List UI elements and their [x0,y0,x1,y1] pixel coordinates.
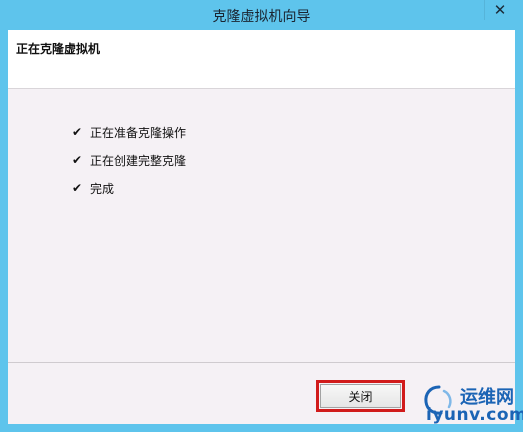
step-item: ✔ 正在创建完整克隆 [72,146,186,174]
title-bar: 克隆虚拟机向导 ✕ [0,0,523,30]
checkmark-icon: ✔ [72,153,83,167]
dialog-window: 克隆虚拟机向导 ✕ 正在克隆虚拟机 ✔ 正在准备克隆操作 ✔ 正在创建完整克隆 … [0,0,523,432]
watermark-text-en: iyunv.com [426,405,523,425]
window-title: 克隆虚拟机向导 [212,9,311,25]
wizard-header: 正在克隆虚拟机 [8,30,515,89]
footer-separator [8,362,515,363]
step-label: 正在准备克隆操作 [90,125,187,140]
wizard-header-title: 正在克隆虚拟机 [16,42,101,56]
step-label: 完成 [90,181,115,196]
watermark: 运维网 iyunv.com [420,379,523,427]
dialog-client-area: 正在克隆虚拟机 ✔ 正在准备克隆操作 ✔ 正在创建完整克隆 ✔ 完成 关闭 [8,30,515,424]
checkmark-icon: ✔ [72,181,83,195]
annotation-highlight-box [316,380,405,412]
progress-steps-list: ✔ 正在准备克隆操作 ✔ 正在创建完整克隆 ✔ 完成 [72,118,186,202]
checkmark-icon: ✔ [72,125,83,139]
step-item: ✔ 完成 [72,174,186,202]
step-label: 正在创建完整克隆 [90,153,187,168]
close-icon: ✕ [493,1,507,19]
close-window-button[interactable]: ✕ [484,0,515,20]
step-item: ✔ 正在准备克隆操作 [72,118,186,146]
